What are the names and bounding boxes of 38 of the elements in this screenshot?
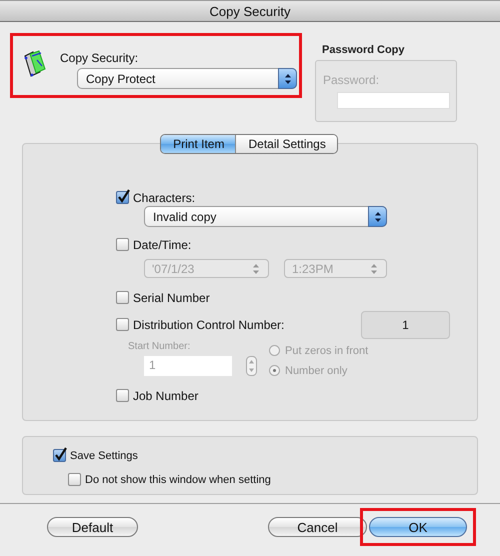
- checkbox[interactable]: [68, 473, 81, 486]
- checkbox-label: Date/Time:: [133, 238, 192, 252]
- default-button[interactable]: Default: [47, 517, 138, 537]
- start-number-label: Start Number:: [128, 341, 192, 352]
- popup-button[interactable]: Copy Protect: [77, 68, 297, 89]
- checkbox[interactable]: [116, 318, 129, 331]
- group-title: Password Copy: [322, 44, 406, 56]
- popup-button[interactable]: Invalid copy: [144, 206, 387, 227]
- number-field: 1: [361, 310, 450, 338]
- radio-label: Number only: [285, 364, 348, 376]
- copy-document-icon: [22, 50, 46, 78]
- window-title: Copy Security: [0, 0, 500, 22]
- checkbox[interactable]: [116, 191, 129, 204]
- tab[interactable]: Detail Settings: [235, 135, 337, 153]
- checkbox-label: Job Number: [133, 388, 198, 402]
- checkbox[interactable]: [53, 449, 66, 462]
- password-field[interactable]: [337, 92, 450, 109]
- checkbox-label: Do not show this window when setting: [85, 474, 271, 486]
- password-label: Password:: [323, 73, 380, 87]
- stepper-arrows-icon: [374, 210, 382, 222]
- stepper-arrows-icon: [370, 263, 378, 275]
- tab[interactable]: Print Item: [161, 135, 236, 153]
- stepper-arrows-icon: [284, 72, 292, 84]
- radio-label: Put zeros in front: [285, 344, 368, 356]
- checkbox[interactable]: [116, 238, 129, 251]
- checkbox-label: Distribution Control Number:: [133, 318, 284, 332]
- checkbox[interactable]: [116, 291, 129, 304]
- cancel-button[interactable]: Cancel: [268, 517, 367, 537]
- ok-button[interactable]: OK: [369, 517, 467, 537]
- checkbox[interactable]: [116, 389, 129, 402]
- radio-button[interactable]: [269, 345, 280, 356]
- stepper-arrows-icon: [252, 263, 260, 275]
- radio-button[interactable]: [269, 365, 280, 376]
- copy-security-label: Copy Security:: [60, 51, 140, 65]
- checkbox-label: Serial Number: [133, 290, 210, 304]
- checkbox-label: Characters:: [133, 190, 196, 204]
- stepper-icon[interactable]: [246, 356, 257, 376]
- checkbox-label: Save Settings: [70, 450, 138, 462]
